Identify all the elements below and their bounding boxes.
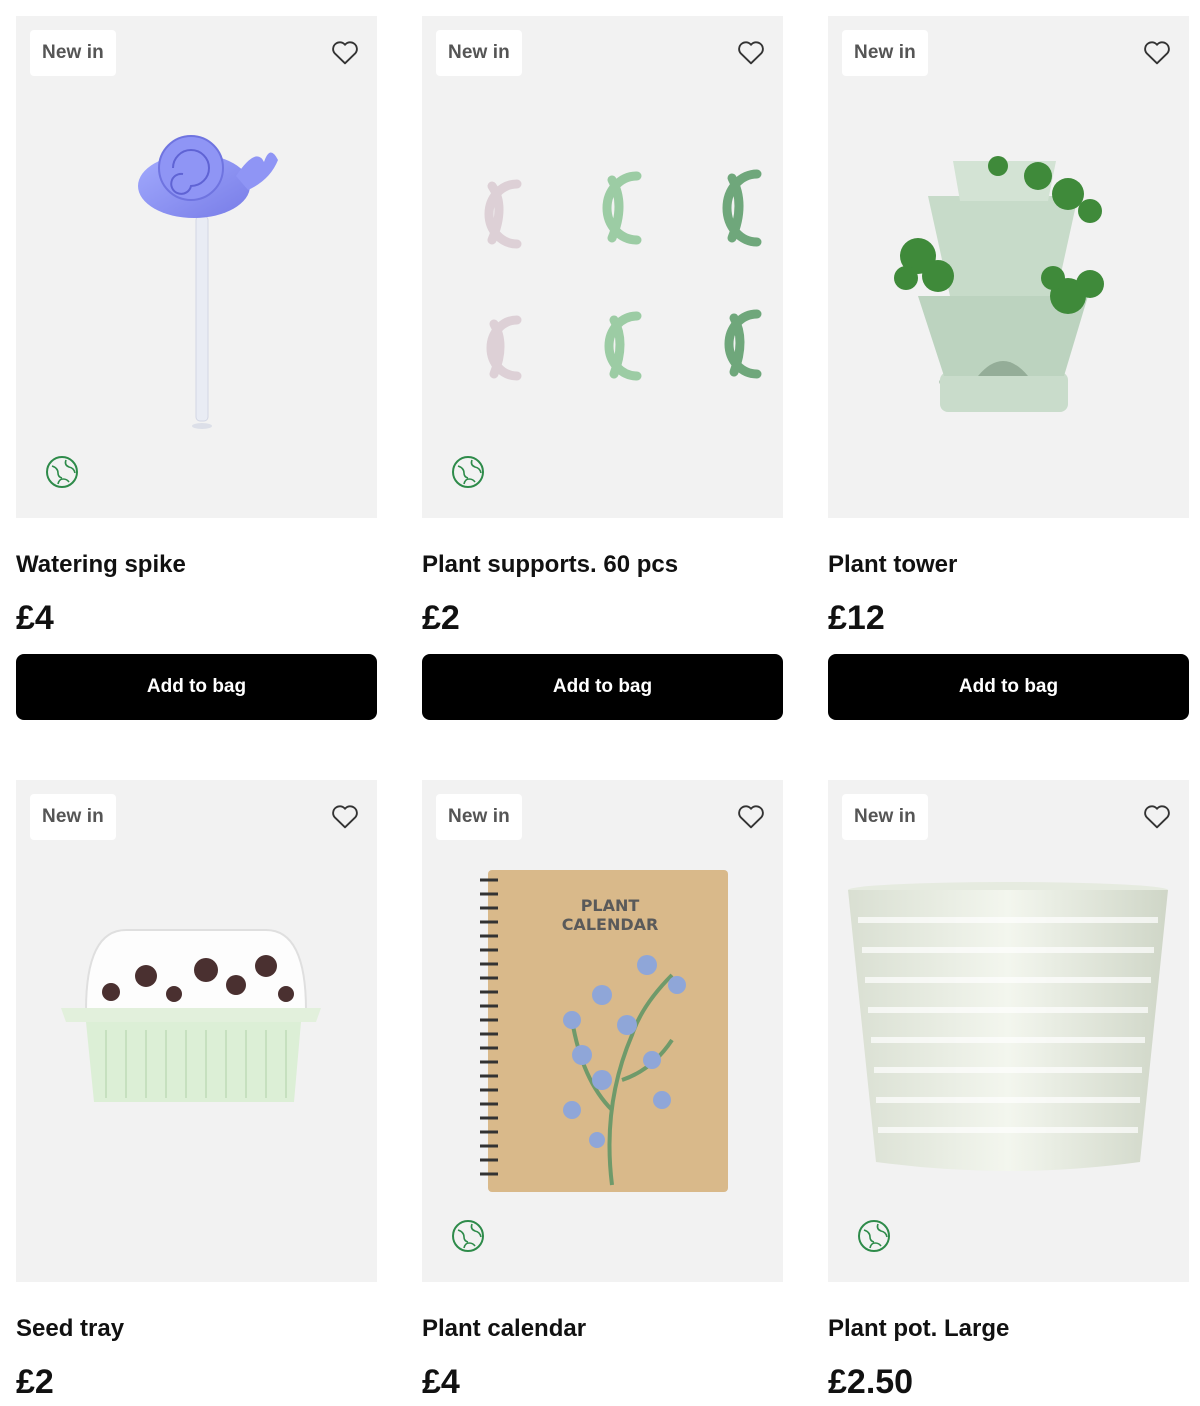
product-card[interactable]: New in Plant supports. 60 pcs £2 Add to … [422, 16, 783, 720]
plant-supports-image [484, 169, 762, 381]
new-in-badge: New in [436, 794, 522, 840]
product-price: £2 [16, 1363, 54, 1401]
plant-calendar-image: PLANT CALENDAR [480, 870, 728, 1192]
new-in-badge: New in [842, 794, 928, 840]
product-title[interactable]: Seed tray [16, 1314, 377, 1344]
globe-leaf-icon [858, 1220, 890, 1252]
product-grid: New in Watering spike £4 Add to bag New … [16, 16, 1190, 1402]
product-price: £2.50 [828, 1363, 914, 1401]
heart-outline-icon[interactable] [329, 36, 361, 68]
add-to-bag-button[interactable]: Add to bag [16, 654, 377, 720]
add-to-bag-button[interactable]: Add to bag [422, 654, 783, 720]
new-in-badge: New in [842, 30, 928, 76]
add-to-bag-button[interactable]: Add to bag [828, 654, 1189, 720]
product-card[interactable]: New in Plant tower £12 Add to bag [828, 16, 1189, 720]
globe-leaf-icon [452, 1220, 484, 1252]
product-card[interactable]: New in Seed tray £2 [16, 780, 377, 1402]
heart-outline-icon[interactable] [1141, 800, 1173, 832]
calendar-cover-title-line2: CALENDAR [562, 915, 659, 934]
product-image-area[interactable]: New in [828, 16, 1189, 518]
product-card[interactable]: New in Watering spike £4 Add to bag [16, 16, 377, 720]
product-title[interactable]: Plant pot. Large [828, 1314, 1189, 1344]
watering-spike-image [138, 135, 278, 429]
product-price: £12 [828, 599, 885, 637]
heart-outline-icon[interactable] [1141, 36, 1173, 68]
heart-outline-icon[interactable] [735, 800, 767, 832]
product-image-area[interactable]: New in [828, 780, 1189, 1282]
heart-outline-icon[interactable] [735, 36, 767, 68]
product-price: £4 [16, 599, 54, 637]
globe-leaf-icon [46, 456, 78, 488]
product-card[interactable]: PLANT CALENDAR New in Plant calendar £4 [422, 780, 783, 1402]
product-title[interactable]: Watering spike [16, 550, 377, 580]
product-title[interactable]: Plant calendar [422, 1314, 783, 1344]
product-title[interactable]: Plant tower [828, 550, 1189, 580]
product-title[interactable]: Plant supports. 60 pcs [422, 550, 783, 580]
product-image-area[interactable]: New in [16, 16, 377, 518]
product-image-area[interactable]: New in [422, 16, 783, 518]
calendar-cover-title-line1: PLANT [581, 896, 640, 915]
product-card[interactable]: New in Plant pot. Large £2.50 [828, 780, 1189, 1402]
product-image-area[interactable]: New in [16, 780, 377, 1282]
plant-tower-image [894, 156, 1104, 412]
new-in-badge: New in [30, 30, 116, 76]
product-price: £4 [422, 1363, 460, 1401]
product-price: £2 [422, 599, 460, 637]
new-in-badge: New in [30, 794, 116, 840]
product-image-area[interactable]: PLANT CALENDAR New in [422, 780, 783, 1282]
globe-leaf-icon [452, 456, 484, 488]
heart-outline-icon[interactable] [329, 800, 361, 832]
seed-tray-image [61, 929, 321, 1102]
plant-pot-image [848, 882, 1168, 1171]
new-in-badge: New in [436, 30, 522, 76]
